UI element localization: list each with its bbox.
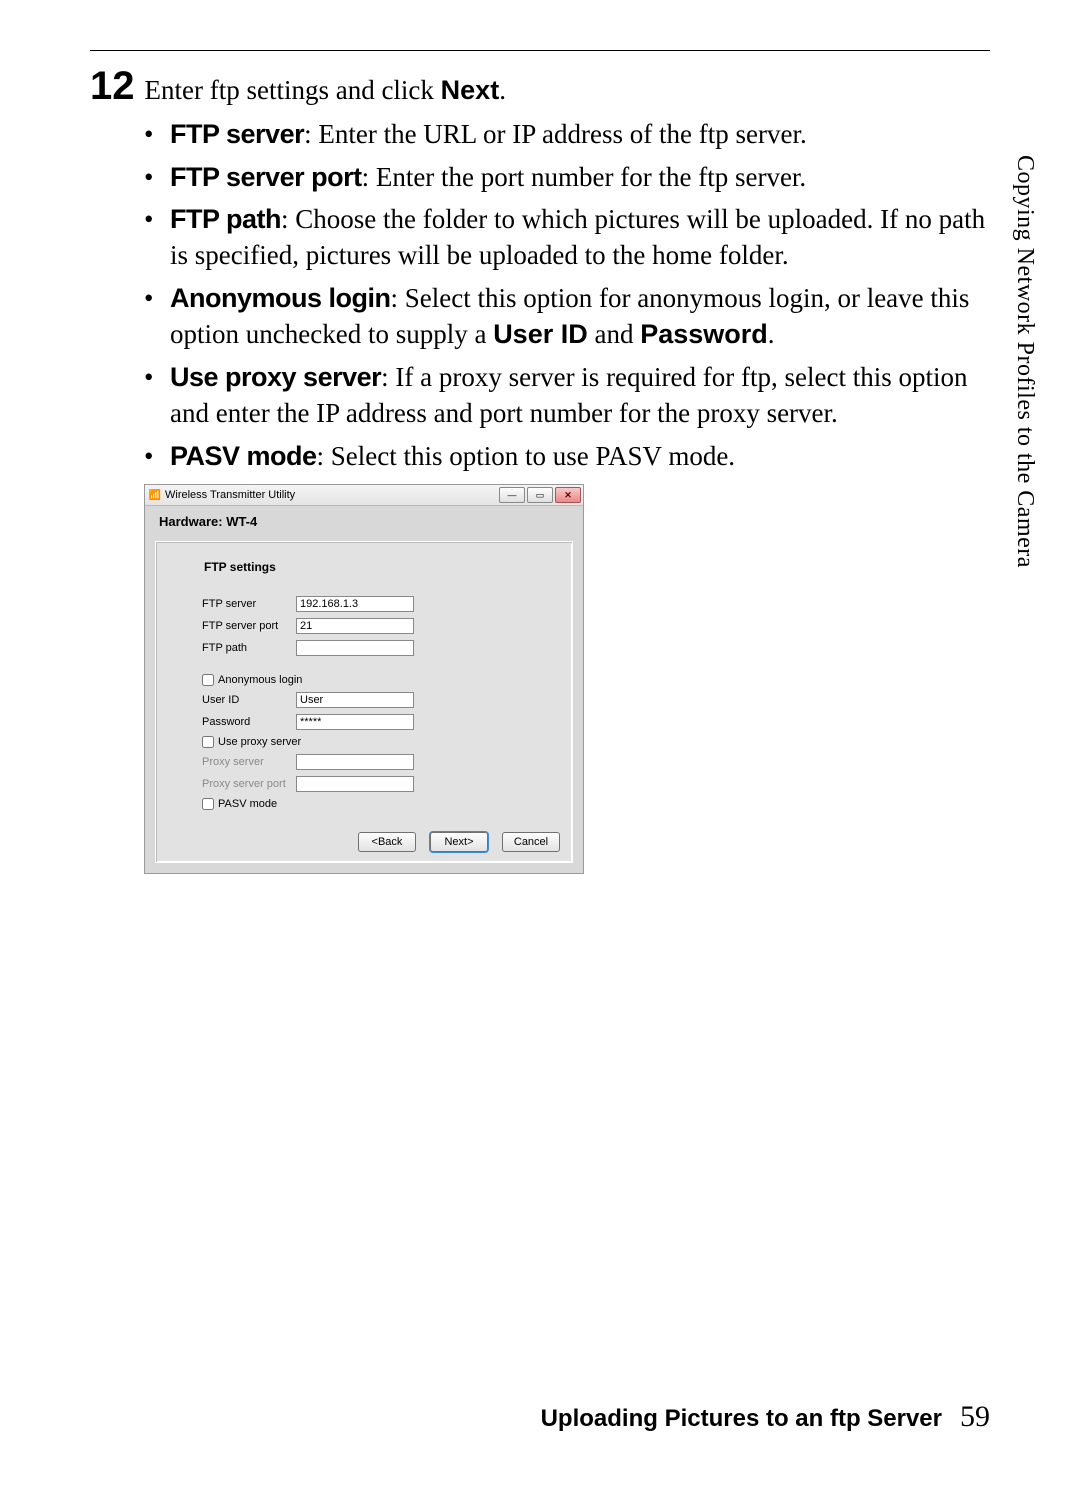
page-number: 59	[960, 1400, 990, 1433]
maximize-button[interactable]: ▭	[527, 487, 553, 503]
cancel-button[interactable]: Cancel	[502, 832, 560, 852]
bullet-ftp-server: FTP server: Enter the URL or IP address …	[144, 116, 990, 152]
term: FTP server	[170, 119, 304, 149]
input-proxy-server[interactable]	[296, 754, 414, 770]
dialog-body: Hardware: WT-4 FTP settings FTP server F…	[145, 506, 583, 873]
hardware-line: Hardware: WT-4	[159, 514, 573, 529]
checkbox-use-proxy[interactable]	[202, 736, 214, 748]
term: Anonymous login	[170, 283, 390, 313]
bullet-proxy: Use proxy server: If a proxy server is r…	[144, 359, 990, 432]
row-password: Password	[202, 714, 558, 730]
input-ftp-path[interactable]	[296, 640, 414, 656]
window-controls: — ▭ ✕	[499, 487, 581, 503]
wizard-dialog: 📶 Wireless Transmitter Utility — ▭ ✕ Har…	[144, 484, 584, 874]
row-use-proxy: Use proxy server	[202, 736, 558, 748]
bullet-pasv: PASV mode: Select this option to use PAS…	[144, 438, 990, 474]
bullet-anonymous: Anonymous login: Select this option for …	[144, 280, 990, 353]
term: FTP server port	[170, 162, 362, 192]
panel-title: FTP settings	[204, 560, 558, 574]
input-ftp-port[interactable]	[296, 618, 414, 634]
desc: : Enter the URL or IP address of the ftp…	[304, 119, 807, 149]
desc-mid: and	[588, 319, 640, 349]
step-intro-bold: Next	[441, 75, 500, 105]
desc-post: .	[768, 319, 775, 349]
close-button[interactable]: ✕	[555, 487, 581, 503]
bullet-ftp-port: FTP server port: Enter the port number f…	[144, 159, 990, 195]
label-anonymous: Anonymous login	[218, 674, 302, 686]
dialog-buttons: <Back Next> Cancel	[358, 832, 560, 852]
label-ftp-server: FTP server	[202, 598, 296, 610]
checkbox-pasv[interactable]	[202, 798, 214, 810]
row-ftp-path: FTP path	[202, 640, 558, 656]
input-user-id[interactable]	[296, 692, 414, 708]
row-proxy-port: Proxy server port	[202, 776, 558, 792]
desc: : Choose the folder to which pictures wi…	[170, 204, 985, 270]
label-proxy-server: Proxy server	[202, 756, 296, 768]
footer-section: Uploading Pictures to an ftp Server	[541, 1405, 942, 1432]
minimize-button[interactable]: —	[499, 487, 525, 503]
desc: : Enter the port number for the ftp serv…	[362, 162, 807, 192]
bullet-ftp-path: FTP path: Choose the folder to which pic…	[144, 201, 990, 274]
step-intro-pre: Enter ftp settings and click	[145, 75, 441, 105]
row-ftp-port: FTP server port	[202, 618, 558, 634]
label-pasv: PASV mode	[218, 798, 277, 810]
bold-password: Password	[640, 319, 768, 349]
input-password[interactable]	[296, 714, 414, 730]
footer: Uploading Pictures to an ftp Server 59	[541, 1400, 990, 1434]
row-ftp-server: FTP server	[202, 596, 558, 612]
back-button[interactable]: <Back	[358, 832, 416, 852]
term: PASV mode	[170, 441, 317, 471]
next-button[interactable]: Next>	[430, 832, 488, 852]
page: Copying Network Profiles to the Camera 1…	[0, 0, 1080, 1486]
row-pasv: PASV mode	[202, 798, 558, 810]
row-user-id: User ID	[202, 692, 558, 708]
step-number: 12	[90, 66, 135, 106]
step-intro: Enter ftp settings and click Next.	[145, 73, 506, 108]
row-proxy-server: Proxy server	[202, 754, 558, 770]
term: FTP path	[170, 204, 281, 234]
checkbox-anonymous[interactable]	[202, 674, 214, 686]
side-chapter-text: Copying Network Profiles to the Camera	[1011, 155, 1038, 568]
bullet-list: FTP server: Enter the URL or IP address …	[144, 116, 990, 474]
titlebar-title: Wireless Transmitter Utility	[165, 489, 295, 501]
row-anonymous: Anonymous login	[202, 674, 558, 686]
step-row: 12 Enter ftp settings and click Next.	[90, 66, 990, 108]
top-rule	[90, 50, 990, 51]
input-proxy-port[interactable]	[296, 776, 414, 792]
titlebar-left: 📶 Wireless Transmitter Utility	[149, 489, 295, 501]
settings-panel: FTP settings FTP server FTP server port …	[155, 541, 573, 863]
term: Use proxy server	[170, 362, 381, 392]
label-password: Password	[202, 716, 296, 728]
label-user-id: User ID	[202, 694, 296, 706]
titlebar: 📶 Wireless Transmitter Utility — ▭ ✕	[145, 485, 583, 506]
label-use-proxy: Use proxy server	[218, 736, 301, 748]
label-ftp-port: FTP server port	[202, 620, 296, 632]
label-proxy-port: Proxy server port	[202, 778, 296, 790]
step-intro-post: .	[499, 75, 506, 105]
bold-userid: User ID	[493, 319, 588, 349]
desc: : Select this option to use PASV mode.	[317, 441, 736, 471]
app-icon: 📶	[149, 489, 161, 501]
input-ftp-server[interactable]	[296, 596, 414, 612]
label-ftp-path: FTP path	[202, 642, 296, 654]
